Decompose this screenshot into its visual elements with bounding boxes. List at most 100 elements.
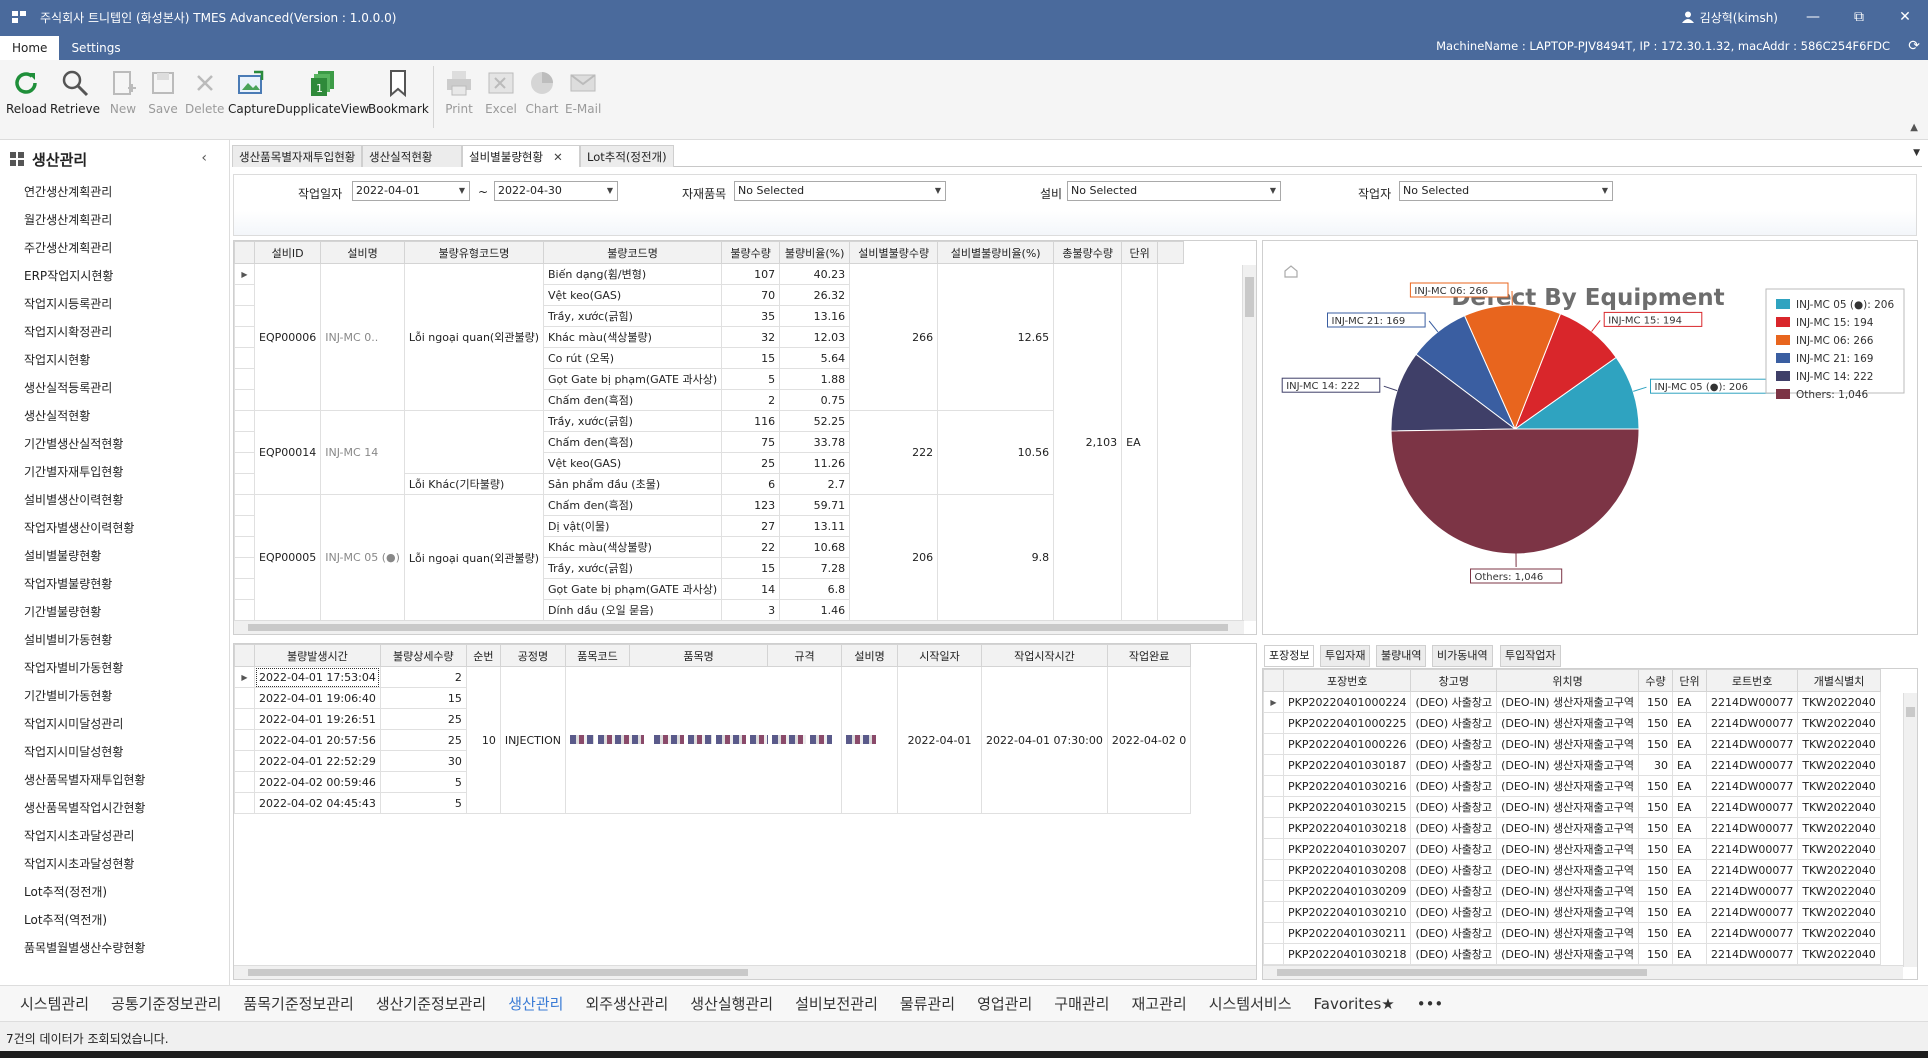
horizontal-scrollbar[interactable] [234, 965, 1256, 979]
date-from-picker[interactable]: 2022-04-01 ▼ [352, 181, 470, 201]
new-button[interactable]: New [106, 66, 140, 126]
column-header[interactable]: 로트번호 [1705, 669, 1799, 692]
sidebar-item[interactable]: 설비별비가동현황 [0, 626, 229, 654]
column-header[interactable]: 불량수량 [721, 241, 781, 264]
sidebar-item[interactable]: 생산실적현황 [0, 402, 229, 430]
tab-production-results[interactable]: 생산실적현황 [362, 145, 462, 167]
column-header[interactable]: 총불량수량 [1053, 241, 1123, 264]
reload-button[interactable]: Reload [6, 66, 47, 126]
collapse-sidebar-icon[interactable]: ‹ [201, 150, 207, 166]
table-row[interactable]: PKP20220401030209 (DEO) 사출창고 (DEO-IN) 생산자재… [1263, 880, 1881, 902]
module-tab[interactable]: 설비보전관리 [795, 993, 878, 1014]
module-tab[interactable]: 시스템관리 [20, 993, 89, 1014]
column-header[interactable]: 순번 [465, 644, 501, 667]
column-header[interactable]: 설비ID [253, 241, 322, 264]
worker-select[interactable]: No Selected ▼ [1399, 181, 1613, 201]
sidebar-item[interactable]: ERP작업지시현황 [0, 262, 229, 290]
column-header[interactable]: 개별식별치 [1797, 669, 1881, 692]
table-row[interactable]: ▶ EQP00006 INJ-MC 0.. Lỗi ngoại quan(외관불량) B… [234, 263, 1184, 621]
column-header[interactable]: 불량발생시간 [254, 644, 381, 667]
email-button[interactable]: E-Mail [565, 66, 601, 126]
sidebar-item[interactable]: 작업지시현황 [0, 346, 229, 374]
table-row[interactable]: EQP00014 INJ-MC 14 Trầy, xước(긁힘) 116 52.25 2… [234, 410, 1184, 495]
column-header[interactable]: 품목코드 [565, 644, 631, 667]
sidebar-item[interactable]: 작업자별불량현황 [0, 570, 229, 598]
capture-button[interactable]: Capture [228, 66, 276, 126]
sidebar-item[interactable]: 작업지시미달성관리 [0, 710, 229, 738]
module-tab[interactable]: 구매관리 [1054, 993, 1109, 1014]
equipment-select[interactable]: No Selected ▼ [1067, 181, 1281, 201]
column-header[interactable]: 시작일자 [897, 644, 983, 667]
tab-material-input[interactable]: 생산품목별자재투입현황 [232, 145, 362, 167]
close-button[interactable]: ✕ [1882, 0, 1928, 34]
module-tab[interactable]: 물류관리 [900, 993, 955, 1014]
table-row[interactable]: EQP00005 INJ-MC 05 (●) Lỗi ngoại quan(외관불량… [234, 494, 1184, 621]
sidebar-item[interactable]: 작업지시초과달성관리 [0, 822, 229, 850]
column-header[interactable]: 설비별불량수량 [849, 241, 939, 264]
sidebar-item[interactable]: 생산실적등록관리 [0, 374, 229, 402]
module-tab[interactable]: 생산기준정보관리 [376, 993, 486, 1014]
column-header[interactable]: 작업시작시간 [981, 644, 1108, 667]
sidebar-item[interactable]: 품목별월별생산수량현황 [0, 934, 229, 962]
table-row[interactable]: PKP20220401030218 (DEO) 사출창고 (DEO-IN) 생산자재… [1263, 943, 1881, 965]
sidebar-item[interactable]: Lot추적(역전개) [0, 906, 229, 934]
module-tab[interactable]: 품목기준정보관리 [243, 993, 353, 1014]
tab-defect-history[interactable]: 불량내역 [1376, 645, 1427, 667]
table-row[interactable]: PKP20220401000226 (DEO) 사출창고 (DEO-IN) 생산자재… [1263, 733, 1881, 755]
module-tab[interactable]: 생산관리 [508, 993, 563, 1014]
column-header[interactable]: 단위 [1671, 669, 1707, 692]
minimize-button[interactable]: — [1790, 0, 1836, 34]
module-tab[interactable]: 외주생산관리 [585, 993, 668, 1014]
chart-button[interactable]: Chart [525, 66, 559, 126]
module-tab[interactable]: 공통기준정보관리 [111, 993, 221, 1014]
sidebar-item[interactable]: 기간별자재투입현황 [0, 458, 229, 486]
horizontal-scrollbar[interactable] [234, 620, 1244, 634]
tab-lot-trace[interactable]: Lot추적(정전개) [580, 145, 674, 167]
table-row[interactable]: PKP20220401030210 (DEO) 사출창고 (DEO-IN) 생산자재… [1263, 901, 1881, 923]
sidebar-item[interactable]: 기간별비가동현황 [0, 682, 229, 710]
column-header[interactable]: 불량상세수량 [379, 644, 467, 667]
table-row[interactable]: ▶ PKP20220401000224 (DEO) 사출창고 (DEO-IN) 생산자… [1263, 691, 1881, 713]
user-info[interactable]: 김상혁(kimsh) [1681, 9, 1778, 26]
column-header[interactable]: 규격 [767, 644, 843, 667]
sidebar-item[interactable]: 작업지시미달성현황 [0, 738, 229, 766]
tab-equipment-defects[interactable]: 설비별불량현황 ✕ [462, 145, 580, 167]
table-row[interactable]: PKP20220401000225 (DEO) 사출창고 (DEO-IN) 생산자재… [1263, 712, 1881, 734]
sidebar-item[interactable]: 생산품목별작업시간현황 [0, 794, 229, 822]
column-header[interactable]: 설비명 [841, 644, 899, 667]
sidebar-item[interactable]: 연간생산계획관리 [0, 178, 229, 206]
module-tab[interactable]: ••• [1417, 995, 1444, 1013]
table-row[interactable]: PKP20220401030207 (DEO) 사출창고 (DEO-IN) 생산자재… [1263, 838, 1881, 860]
table-row[interactable]: PKP20220401030216 (DEO) 사출창고 (DEO-IN) 생산자재… [1263, 775, 1881, 797]
sidebar-item[interactable]: 설비별불량현황 [0, 542, 229, 570]
tab-downtime-history[interactable]: 비가동내역 [1432, 645, 1493, 667]
legend-item[interactable]: Others: 1,046 [1776, 389, 1869, 401]
sidebar-item[interactable]: 월간생산계획관리 [0, 206, 229, 234]
duplicate-view-button[interactable]: 1 DupplicateView [276, 66, 369, 126]
sidebar-item[interactable]: 설비별생산이력현황 [0, 486, 229, 514]
column-header[interactable]: 설비별불량비율(%) [937, 241, 1055, 264]
column-header[interactable]: 단위 [1121, 241, 1159, 264]
column-header[interactable]: 불량비율(%) [779, 241, 851, 264]
collapse-ribbon-icon[interactable]: ▲ [1910, 122, 1918, 133]
excel-button[interactable]: Excel [484, 66, 518, 126]
column-header[interactable]: 설비명 [320, 241, 405, 264]
tab-packing-info[interactable]: 포장정보 [1264, 645, 1315, 667]
module-tab[interactable]: 생산실행관리 [690, 993, 773, 1014]
delete-button[interactable]: Delete [185, 66, 224, 126]
retrieve-button[interactable]: Retrieve [50, 66, 100, 126]
module-tab[interactable]: 시스템서비스 [1209, 993, 1292, 1014]
table-row[interactable]: PKP20220401030208 (DEO) 사출창고 (DEO-IN) 생산자재… [1263, 859, 1881, 881]
maximize-button[interactable]: ⧉ [1836, 0, 1882, 34]
sidebar-item[interactable]: 작업지시초과달성현황 [0, 850, 229, 878]
module-tab[interactable]: Favorites★ [1314, 995, 1395, 1013]
tab-home[interactable]: Home [0, 36, 60, 60]
table-row[interactable]: ▶ 2022-04-01 17:53:04 2 10 INJECTION 2022-04-… [234, 666, 1192, 814]
sidebar-item[interactable]: 기간별불량현황 [0, 598, 229, 626]
column-header[interactable]: 공정명 [499, 644, 567, 667]
column-header[interactable]: 위치명 [1496, 669, 1639, 692]
sidebar-item[interactable]: 작업자별생산이력현황 [0, 514, 229, 542]
save-button[interactable]: Save [146, 66, 180, 126]
refresh-icon[interactable]: ⟳ [1908, 38, 1920, 54]
close-tab-icon[interactable]: ✕ [553, 150, 563, 164]
